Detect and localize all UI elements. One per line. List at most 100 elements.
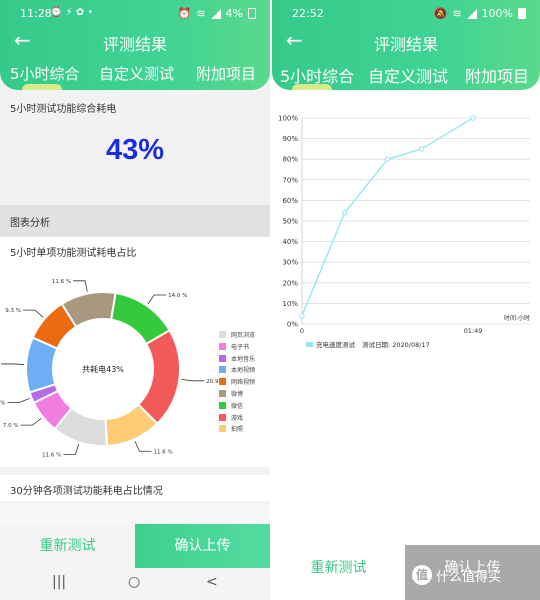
donut-leader-1 <box>20 417 42 426</box>
tab-extra-items[interactable]: 附加项目 <box>465 63 529 87</box>
donut-leader-6 <box>147 294 167 305</box>
line-chart: 0% 10% 20% 30% 40% 50% 60% 70% 80% 90% 100% 0 01:49 时… <box>278 115 530 349</box>
series-point-3 <box>419 146 425 152</box>
donut-center-label: 共耗电43% <box>82 364 124 374</box>
section2-title: 30分钟各项测试功能耗电占比情况 <box>10 486 163 497</box>
y-tick-label-8: 80% <box>282 156 298 164</box>
status-time-right: 22:52 <box>292 7 324 20</box>
legend-item: 网络视频 <box>219 377 255 386</box>
donut-data-label-6: 14.0 % <box>168 293 187 299</box>
chart-section-header: 图表分析 <box>0 205 270 237</box>
legend-item: 游戏 <box>219 413 243 422</box>
legend-label: 本地音乐 <box>231 355 256 363</box>
tab-indicator <box>22 84 62 90</box>
x-axis-label: 时间:小时 <box>504 314 530 322</box>
wifi-icon: ≋ <box>452 7 462 20</box>
donut-leader-0 <box>63 444 80 456</box>
status-bar: 11:28 ⌚ ⚡ ✿ • ⏰ ≋ 4% <box>0 0 270 26</box>
donut-data-label-5: 11.6 % <box>52 279 71 285</box>
retest-button[interactable]: 重新测试 <box>272 538 405 600</box>
legend-item: 本地视频 <box>219 365 255 374</box>
donut-data-label-0: 11.6 % <box>42 453 61 459</box>
mute-icon: 🔕 <box>433 7 448 20</box>
legend-label: 拍照 <box>231 426 244 434</box>
legend-swatch <box>219 378 226 386</box>
notification-icons: ⌚ ⚡ ✿ • <box>50 7 94 18</box>
legend-swatch <box>219 366 226 374</box>
page-title-right: 评测结果 <box>373 35 438 54</box>
summary-label: 5小时测试功能综合耗电 <box>10 104 117 115</box>
chart-section-title: 图表分析 <box>10 218 50 229</box>
donut-data-label-8: 11.6 % <box>153 449 172 455</box>
battery-percent: 4% <box>225 7 243 20</box>
legend-swatch <box>219 390 226 397</box>
y-tick-label-4: 40% <box>282 238 298 246</box>
section2-header: 30分钟各项测试功能耗电占比情况 <box>0 475 270 501</box>
battery-icon <box>248 8 256 19</box>
series-point-0 <box>299 313 305 319</box>
nav-back-icon[interactable]: < <box>206 574 218 590</box>
summary-value: 43% <box>105 134 165 166</box>
donut-leader-8 <box>134 441 152 452</box>
left-screen: 11:28 ⌚ ⚡ ✿ • ⏰ ≋ 4% ← 评测结果 5小时综合 自定义测试 … <box>0 0 270 600</box>
legend-swatch <box>219 413 226 421</box>
battery-icon <box>518 8 526 19</box>
donut-data-label-4: 9.3 % <box>5 308 21 314</box>
legend-item: 电子书 <box>219 342 249 351</box>
tab-custom-test[interactable]: 自定义测试 <box>99 63 174 84</box>
legend-swatch <box>219 331 226 338</box>
tab-5h-overall[interactable]: 5小时综合 <box>10 63 80 84</box>
home-icon[interactable]: ○ <box>128 574 140 590</box>
donut-leader-4 <box>22 309 44 318</box>
series-line <box>301 117 474 317</box>
legend-item: 本地音乐 <box>219 354 255 363</box>
x-tick-label-0: 0 <box>300 327 304 335</box>
tab-extra-items[interactable]: 附加项目 <box>196 63 256 84</box>
legend-swatch <box>219 425 226 433</box>
retest-button[interactable]: 重新测试 <box>0 524 135 568</box>
status-time: 11:28 <box>20 7 52 20</box>
series-point-4 <box>470 115 476 121</box>
legend-swatch <box>219 342 226 350</box>
legend-series-name: 充电速度测试 <box>316 340 356 349</box>
donut-data-label-1: 7.0 % <box>3 423 19 429</box>
donut-leader-2 <box>7 398 30 403</box>
app-header-right: 22:52 🔕 ≋ 100% ← 评测结果 5小时综合 自定义测试 附加项目 <box>272 0 540 90</box>
legend-item: 网页浏览 <box>219 330 255 339</box>
y-tick-label-3: 30% <box>282 259 298 267</box>
series-point-2 <box>384 156 391 162</box>
legend-label: 网页浏览 <box>231 332 256 339</box>
y-tick-label-0: 0% <box>287 321 298 329</box>
legend-swatch <box>306 342 313 347</box>
legend-item: 微博 <box>219 389 243 398</box>
upload-button[interactable]: 确认上传 <box>135 524 270 568</box>
y-tick-label-10: 100% <box>278 115 298 123</box>
watermark: 值 什么值得买 <box>412 565 501 585</box>
y-tick-label-5: 50% <box>282 218 298 226</box>
donut-title: 5小时单项功能测试耗电占比 <box>10 248 137 259</box>
legend-item: 拍照 <box>219 424 243 433</box>
signal-icon <box>210 8 221 19</box>
wifi-icon: ≋ <box>196 7 206 20</box>
signal-icon <box>466 8 477 19</box>
legend-swatch <box>219 401 226 409</box>
y-tick-label-2: 20% <box>282 279 298 287</box>
donut-leader-5 <box>73 280 88 292</box>
legend-label: 电子书 <box>231 343 250 351</box>
donut-leader-3 <box>1 363 25 365</box>
legend-item: 微信 <box>219 401 243 410</box>
y-tick-label-7: 70% <box>282 176 298 184</box>
alarm-icon: ⏰ <box>177 7 192 20</box>
legend-label: 微信 <box>231 402 244 410</box>
page-title: 评测结果 <box>102 35 167 54</box>
section2-placeholder <box>0 505 270 525</box>
battery-percent-right: 100% <box>481 7 513 20</box>
x-tick-label-1: 01:49 <box>464 327 483 335</box>
watermark-text: 什么值得买 <box>436 569 502 585</box>
tab-custom-test[interactable]: 自定义测试 <box>368 63 448 87</box>
donut-leader-7 <box>181 378 205 382</box>
tab-indicator <box>292 84 332 90</box>
right-screen: 22:52 🔕 ≋ 100% ← 评测结果 5小时综合 自定义测试 附加项目 0… <box>272 0 540 600</box>
legend-test-date: 测试日期: 2020/08/17 <box>362 340 430 349</box>
recent-apps-icon[interactable]: ||| <box>52 574 66 590</box>
